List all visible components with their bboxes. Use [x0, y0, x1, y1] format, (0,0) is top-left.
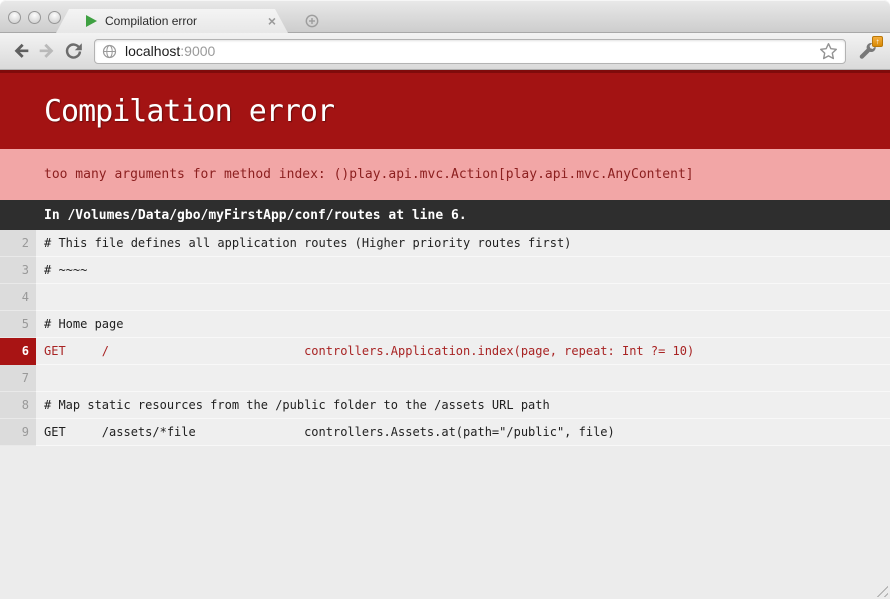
code-line-row: 5 # Home page [0, 311, 890, 338]
browser-tab[interactable]: Compilation error × [56, 9, 288, 33]
code-line-row: 2 # This file defines all application ro… [0, 230, 890, 257]
error-header: Compilation error [0, 70, 890, 149]
menu-button[interactable]: ↑ [854, 38, 882, 64]
back-button[interactable] [8, 38, 34, 64]
line-code: # ~~~~ [36, 257, 890, 284]
update-badge-icon: ↑ [872, 36, 883, 47]
error-location-bar: In /Volumes/Data/gbo/myFirstApp/conf/rou… [0, 200, 890, 230]
line-number: 3 [0, 257, 36, 284]
line-number: 6 [0, 338, 36, 365]
new-tab-button[interactable] [294, 12, 330, 30]
code-line-row: 7 [0, 365, 890, 392]
code-listing: 2 # This file defines all application ro… [0, 230, 890, 446]
play-triangle-icon [86, 15, 97, 27]
error-message-text: too many arguments for method index: ()p… [44, 167, 694, 182]
line-code: # Map static resources from the /public … [36, 392, 890, 419]
line-code: GET / controllers.Application.index(page… [36, 338, 890, 365]
error-message-banner: too many arguments for method index: ()p… [0, 149, 890, 200]
code-line-row: 4 [0, 284, 890, 311]
line-code: # This file defines all application rout… [36, 230, 890, 257]
omnibox[interactable]: localhost:9000 [94, 39, 846, 64]
url-port: :9000 [180, 43, 215, 59]
navigation-toolbar: localhost:9000 ↑ [0, 33, 890, 70]
globe-icon [102, 44, 117, 59]
tab-close-icon[interactable]: × [268, 14, 276, 28]
code-line-row: 9 GET /assets/*file controllers.Assets.a… [0, 419, 890, 446]
line-code [36, 284, 890, 311]
line-number: 2 [0, 230, 36, 257]
minimize-window-button[interactable] [28, 11, 41, 24]
line-number: 9 [0, 419, 36, 446]
line-code [36, 365, 890, 392]
zoom-window-button[interactable] [48, 11, 61, 24]
line-number: 5 [0, 311, 36, 338]
window-controls [8, 11, 61, 24]
error-location-text: In /Volumes/Data/gbo/myFirstApp/conf/rou… [44, 208, 467, 223]
browser-window: Compilation error × [0, 0, 890, 599]
url-text[interactable]: localhost:9000 [125, 43, 215, 59]
code-line-row: 6 GET / controllers.Application.index(pa… [0, 338, 890, 365]
line-code: GET /assets/*file controllers.Assets.at(… [36, 419, 890, 446]
page-title: Compilation error [44, 94, 334, 129]
close-window-button[interactable] [8, 11, 21, 24]
star-icon[interactable] [819, 42, 838, 61]
circled-plus-icon [305, 14, 319, 28]
titlebar[interactable]: Compilation error × [0, 0, 890, 33]
forward-arrow-icon [36, 40, 58, 62]
forward-button[interactable] [34, 38, 60, 64]
back-arrow-icon [10, 40, 32, 62]
code-line-row: 3 # ~~~~ [0, 257, 890, 284]
line-number: 8 [0, 392, 36, 419]
tab-title: Compilation error [105, 14, 260, 28]
reload-button[interactable] [60, 38, 86, 64]
url-host: localhost [125, 43, 180, 59]
page-content: Compilation error too many arguments for… [0, 70, 890, 599]
resize-grip[interactable] [873, 582, 888, 597]
line-number: 4 [0, 284, 36, 311]
reload-icon [63, 41, 84, 62]
code-line-row: 8 # Map static resources from the /publi… [0, 392, 890, 419]
line-code: # Home page [36, 311, 890, 338]
line-number: 7 [0, 365, 36, 392]
